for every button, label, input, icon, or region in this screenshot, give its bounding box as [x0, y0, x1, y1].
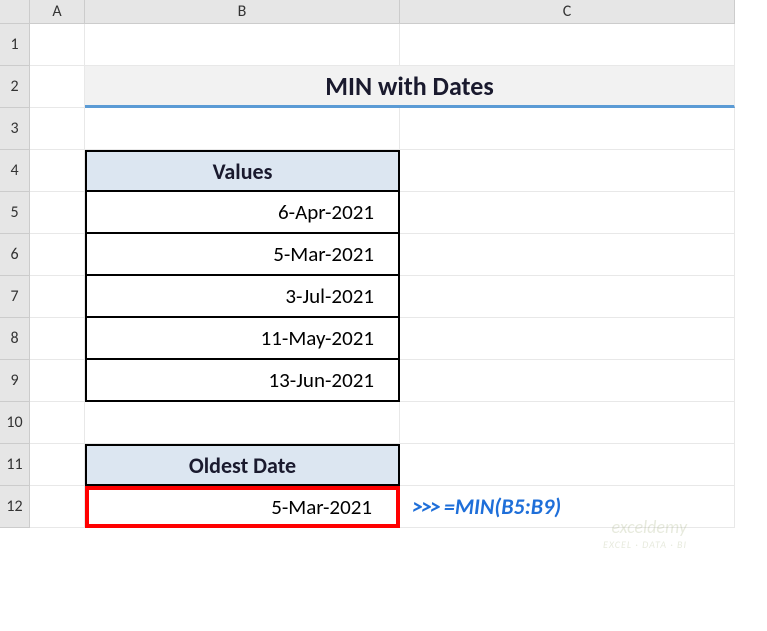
- cell-a4[interactable]: [30, 150, 85, 192]
- spreadsheet-grid: A B C 1 2 MIN with Dates 3 4 Values 5 6-…: [0, 0, 735, 528]
- watermark-sub: EXCEL · DATA · BI: [603, 538, 687, 551]
- cell-a10[interactable]: [30, 402, 85, 444]
- values-header[interactable]: Values: [85, 150, 400, 192]
- cell-a1[interactable]: [30, 24, 85, 66]
- cell-c8[interactable]: [400, 318, 735, 360]
- cell-c9[interactable]: [400, 360, 735, 402]
- cell-c1[interactable]: [400, 24, 735, 66]
- col-header-a[interactable]: A: [30, 0, 85, 24]
- result-cell[interactable]: 5-Mar-2021: [85, 486, 400, 528]
- cell-b10[interactable]: [85, 402, 400, 444]
- cell-a9[interactable]: [30, 360, 85, 402]
- cell-b3[interactable]: [85, 108, 400, 150]
- select-all-corner[interactable]: [0, 0, 30, 24]
- row-header-3[interactable]: 3: [0, 108, 30, 150]
- cell-a3[interactable]: [30, 108, 85, 150]
- row-header-7[interactable]: 7: [0, 276, 30, 318]
- row-header-8[interactable]: 8: [0, 318, 30, 360]
- formula-text: =MIN(B5:B9): [444, 493, 561, 520]
- cell-c6[interactable]: [400, 234, 735, 276]
- row-header-12[interactable]: 12: [0, 486, 30, 528]
- cell-a2[interactable]: [30, 66, 85, 108]
- cell-c10[interactable]: [400, 402, 735, 444]
- row-header-2[interactable]: 2: [0, 66, 30, 108]
- row-header-10[interactable]: 10: [0, 402, 30, 444]
- cell-c11[interactable]: [400, 444, 735, 486]
- watermark-main: exceldemy: [603, 516, 687, 538]
- cell-b1[interactable]: [85, 24, 400, 66]
- row-header-1[interactable]: 1: [0, 24, 30, 66]
- cell-a7[interactable]: [30, 276, 85, 318]
- cell-a11[interactable]: [30, 444, 85, 486]
- value-cell-3[interactable]: 3-Jul-2021: [85, 276, 400, 318]
- row-header-11[interactable]: 11: [0, 444, 30, 486]
- value-cell-5[interactable]: 13-Jun-2021: [85, 360, 400, 402]
- cell-a6[interactable]: [30, 234, 85, 276]
- cell-a12[interactable]: [30, 486, 85, 528]
- title-cell[interactable]: MIN with Dates: [85, 66, 735, 108]
- watermark: exceldemy EXCEL · DATA · BI: [603, 516, 687, 551]
- row-header-9[interactable]: 9: [0, 360, 30, 402]
- arrow-prefix: >>>: [412, 493, 439, 520]
- result-header[interactable]: Oldest Date: [85, 444, 400, 486]
- row-header-6[interactable]: 6: [0, 234, 30, 276]
- cell-a5[interactable]: [30, 192, 85, 234]
- row-header-4[interactable]: 4: [0, 150, 30, 192]
- cell-c7[interactable]: [400, 276, 735, 318]
- cell-a8[interactable]: [30, 318, 85, 360]
- row-header-5[interactable]: 5: [0, 192, 30, 234]
- cell-c4[interactable]: [400, 150, 735, 192]
- value-cell-1[interactable]: 6-Apr-2021: [85, 192, 400, 234]
- col-header-c[interactable]: C: [400, 0, 735, 24]
- value-cell-2[interactable]: 5-Mar-2021: [85, 234, 400, 276]
- value-cell-4[interactable]: 11-May-2021: [85, 318, 400, 360]
- cell-c5[interactable]: [400, 192, 735, 234]
- cell-c3[interactable]: [400, 108, 735, 150]
- col-header-b[interactable]: B: [85, 0, 400, 24]
